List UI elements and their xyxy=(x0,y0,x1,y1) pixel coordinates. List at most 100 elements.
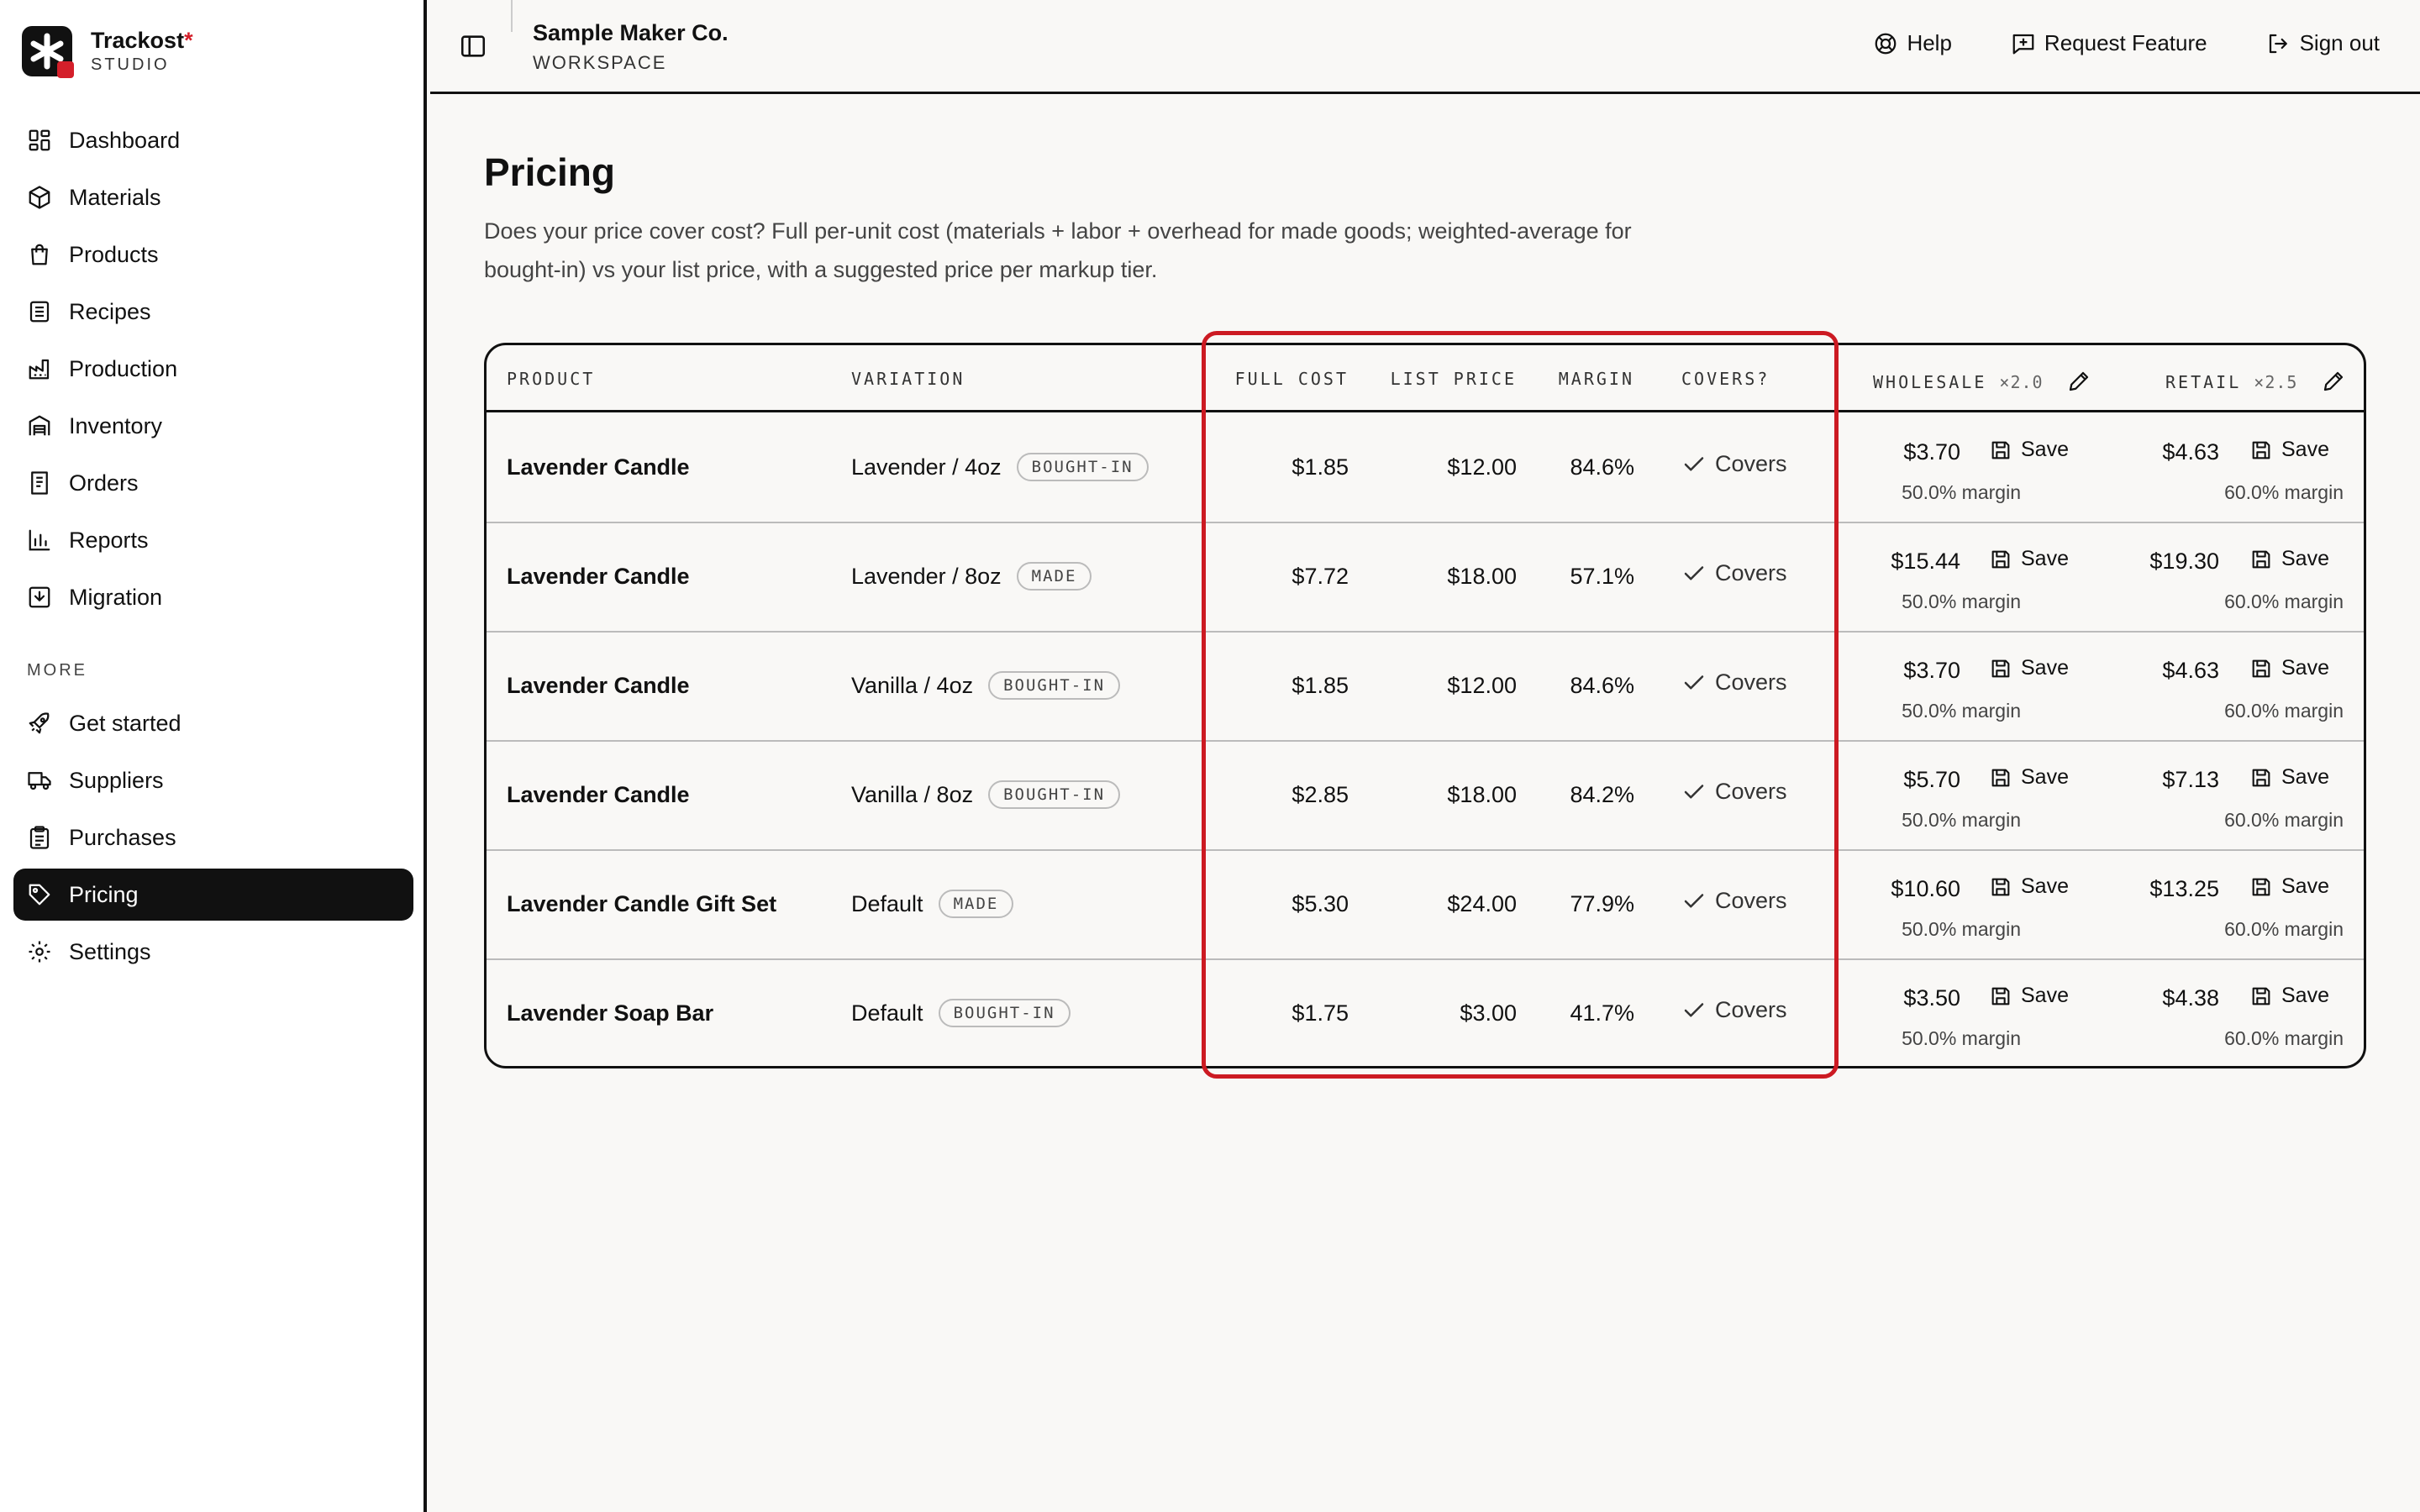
product-name: Lavender Candle xyxy=(507,673,690,698)
sign-out-button[interactable]: Sign out xyxy=(2266,30,2380,56)
margin-value: 84.2% xyxy=(1570,782,1634,807)
sidebar-nav: Dashboard Materials Products Recipes Pro… xyxy=(13,114,413,983)
help-button[interactable]: Help xyxy=(1873,30,1952,56)
table-row[interactable]: Lavender Soap Bar Default BOUGHT-IN $1.75 $3… xyxy=(487,960,2364,1066)
sidebar-item-settings[interactable]: Settings xyxy=(13,926,413,978)
pricing-table: PRODUCT VARIATION FULL COST LIST PRICE M… xyxy=(484,343,2366,1068)
save-wholesale-button[interactable]: Save xyxy=(1989,438,2069,462)
retail-price: $19.30 xyxy=(2149,549,2219,574)
table-row[interactable]: Lavender Candle Vanilla / 8oz BOUGHT-IN $2.… xyxy=(487,742,2364,851)
margin-value: 57.1% xyxy=(1570,564,1634,589)
sidebar-item-pricing[interactable]: Pricing xyxy=(13,869,413,921)
variation-name: Default xyxy=(851,1000,923,1026)
sidebar-item-dashboard[interactable]: Dashboard xyxy=(13,114,413,166)
save-wholesale-button[interactable]: Save xyxy=(1989,765,2069,790)
table-row[interactable]: Lavender Candle Lavender / 8oz MADE $7.72 $1… xyxy=(487,523,2364,633)
edit-wholesale-pencil-icon[interactable] xyxy=(2066,369,2091,394)
column-header-variation[interactable]: VARIATION xyxy=(851,369,965,389)
save-retail-button[interactable]: Save xyxy=(2249,984,2329,1008)
list-price-value: $18.00 xyxy=(1447,564,1517,589)
check-icon xyxy=(1684,456,1704,470)
margin-value: 84.6% xyxy=(1570,673,1634,698)
rocket-icon xyxy=(29,712,50,734)
tag-icon xyxy=(29,884,50,906)
retail-price: $7.13 xyxy=(2162,767,2219,792)
receipt-icon xyxy=(31,471,48,495)
save-wholesale-button[interactable]: Save xyxy=(1989,874,2069,899)
sidebar-item-suppliers[interactable]: Suppliers xyxy=(13,754,413,806)
save-label: Save xyxy=(2021,656,2069,680)
retail-margin: 60.0% margin xyxy=(2224,481,2344,503)
sidebar-item-reports[interactable]: Reports xyxy=(13,514,413,566)
retail-price: $4.63 xyxy=(2162,439,2219,465)
save-wholesale-button[interactable]: Save xyxy=(1989,656,2069,680)
covers-status: Covers xyxy=(1681,560,1787,586)
save-icon xyxy=(2252,550,2270,568)
save-wholesale-button[interactable]: Save xyxy=(1989,547,2069,571)
log-out-icon xyxy=(2269,34,2287,53)
save-label: Save xyxy=(2281,656,2329,680)
save-label: Save xyxy=(2281,547,2329,570)
column-header-product[interactable]: PRODUCT xyxy=(507,369,595,389)
sidebar-item-recipes[interactable]: Recipes xyxy=(13,286,413,338)
wholesale-price: $3.70 xyxy=(1903,439,1960,465)
sidebar-item-label: Products xyxy=(69,241,159,267)
full-cost-value: $2.85 xyxy=(1292,782,1349,807)
save-wholesale-button[interactable]: Save xyxy=(1989,984,2069,1008)
sidebar-item-orders[interactable]: Orders xyxy=(13,457,413,509)
check-icon xyxy=(1684,893,1704,907)
table-row[interactable]: Lavender Candle Vanilla / 4oz BOUGHT-IN $1.… xyxy=(487,633,2364,742)
full-cost-value: $1.75 xyxy=(1292,1000,1349,1026)
retail-margin: 60.0% margin xyxy=(2224,700,2344,722)
product-name: Lavender Soap Bar xyxy=(507,1000,714,1026)
column-header-margin[interactable]: MARGIN xyxy=(1559,369,1634,389)
workspace-name[interactable]: Sample Maker Co. xyxy=(533,20,729,46)
table-row[interactable]: Lavender Candle Gift Set Default MADE $5.30… xyxy=(487,851,2364,960)
table-row[interactable]: Lavender Candle Lavender / 4oz BOUGHT-IN $1… xyxy=(487,414,2364,523)
edit-retail-pencil-icon[interactable] xyxy=(2321,369,2346,394)
full-cost-value: $1.85 xyxy=(1292,454,1349,480)
save-retail-button[interactable]: Save xyxy=(2249,765,2329,790)
sidebar-item-get-started[interactable]: Get started xyxy=(13,697,413,749)
sidebar-item-purchases[interactable]: Purchases xyxy=(13,811,413,864)
save-icon xyxy=(1991,550,2010,568)
sidebar-item-label: Dashboard xyxy=(69,127,181,153)
sidebar-item-production[interactable]: Production xyxy=(13,343,413,395)
save-retail-button[interactable]: Save xyxy=(2249,547,2329,571)
sidebar-item-inventory[interactable]: Inventory xyxy=(13,400,413,452)
variation-cell: Lavender / 8oz MADE xyxy=(851,562,1092,591)
sidebar-item-label: Orders xyxy=(69,470,139,496)
sidebar-item-materials[interactable]: Materials xyxy=(13,171,413,223)
product-name: Lavender Candle xyxy=(507,454,690,480)
covers-status: Covers xyxy=(1681,779,1787,805)
sidebar-item-label: Recipes xyxy=(69,298,151,324)
save-retail-button[interactable]: Save xyxy=(2249,438,2329,462)
covers-status: Covers xyxy=(1681,669,1787,696)
column-header-covers[interactable]: COVERS? xyxy=(1681,369,1770,389)
save-retail-button[interactable]: Save xyxy=(2249,656,2329,680)
wholesale-margin: 50.0% margin xyxy=(1902,918,2021,940)
wholesale-margin: 50.0% margin xyxy=(1902,700,2021,722)
variation-name: Lavender / 8oz xyxy=(851,563,1002,589)
list-price-value: $12.00 xyxy=(1447,454,1517,480)
save-retail-button[interactable]: Save xyxy=(2249,874,2329,899)
save-label: Save xyxy=(2021,547,2069,570)
save-icon xyxy=(2252,987,2270,1005)
sidebar-item-migration[interactable]: Migration xyxy=(13,571,413,623)
variation-name: Vanilla / 4oz xyxy=(851,672,974,698)
wholesale-multiplier: ×2.0 xyxy=(1999,372,2044,392)
brand[interactable]: Trackost* STUDIO xyxy=(22,25,193,78)
sidebar-item-label: Pricing xyxy=(69,881,139,907)
covers-label: Covers xyxy=(1715,451,1787,476)
sidebar-item-products[interactable]: Products xyxy=(13,228,413,281)
column-header-full-cost[interactable]: FULL COST xyxy=(1235,369,1349,389)
type-badge: MADE xyxy=(1016,562,1092,591)
gear-icon xyxy=(29,941,50,963)
type-badge: MADE xyxy=(938,890,1014,918)
sidebar-item-label: Inventory xyxy=(69,412,163,438)
column-header-list-price[interactable]: LIST PRICE xyxy=(1391,369,1517,389)
sidebar-toggle-icon[interactable] xyxy=(459,32,487,60)
list-price-value: $24.00 xyxy=(1447,891,1517,916)
message-plus-icon xyxy=(2012,34,2034,54)
request-feature-button[interactable]: Request Feature xyxy=(2011,30,2207,56)
